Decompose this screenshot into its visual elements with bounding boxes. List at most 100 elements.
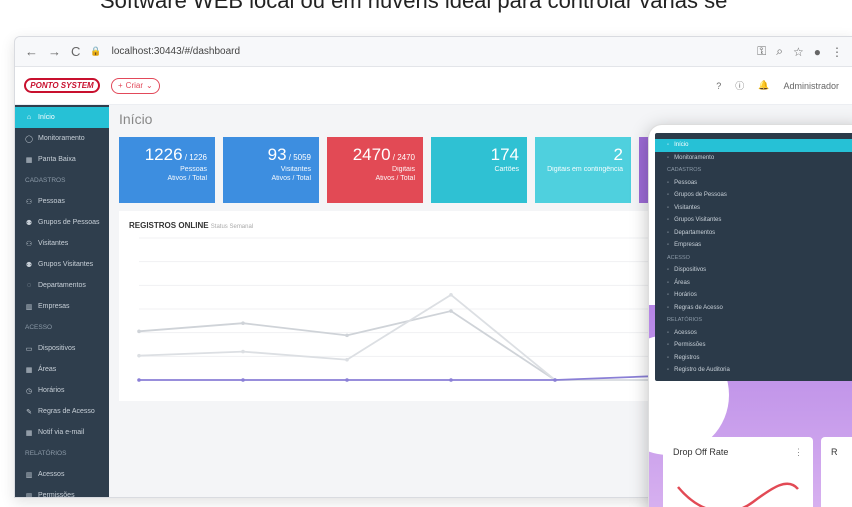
rule-icon: ✎ xyxy=(26,408,32,416)
phone-menu-item[interactable]: ◦ Monitoramento xyxy=(655,152,852,165)
sidebar-item[interactable]: ◌ Departamentos xyxy=(15,275,109,296)
sidebar-item[interactable]: ▭ Dispositivos xyxy=(15,338,109,359)
stat-card[interactable]: 93 / 5059 Visitantes Ativos / Total xyxy=(223,137,319,203)
phone-menu-item[interactable]: ◦ Permissões xyxy=(655,339,852,352)
phone-menu-label: Grupos Visitantes xyxy=(674,217,722,224)
sidebar-item[interactable]: ✎ Regras de Acesso xyxy=(15,401,109,422)
phone-menu-item[interactable]: ◦ Empresas xyxy=(655,239,852,252)
bell-icon[interactable]: 🔔 xyxy=(758,80,769,91)
phone-menu-label: Visitantes xyxy=(674,204,701,211)
phone-menu-label: Permissões xyxy=(674,342,706,349)
zoom-icon[interactable]: ⌕ xyxy=(776,44,783,59)
sidebar-item[interactable]: ▦ Panta Baixa xyxy=(15,149,109,170)
data-point xyxy=(137,329,141,334)
phone-menu-item[interactable]: ◦ Departamentos xyxy=(655,227,852,240)
criar-button[interactable]: + Criar ⌄ xyxy=(111,77,160,94)
menu-bullet-icon: ◦ xyxy=(667,179,670,186)
phone-menu-label: ACESSO xyxy=(667,254,690,261)
phone-menu-label: Horários xyxy=(674,292,697,299)
sidebar: ⌂ Início ◯ Monitoramento ▦ Panta Baixa CADASTR… xyxy=(15,105,109,497)
stat-card[interactable]: 174 Cartões xyxy=(431,137,527,203)
phone-menu-item[interactable]: ◦ Registros xyxy=(655,352,852,365)
sidebar-item[interactable]: ◷ Horários xyxy=(15,380,109,401)
phone-menu-label: Pessoas xyxy=(674,179,698,186)
sidebar-item-label: Horários xyxy=(38,387,65,394)
sidebar-item-label: Pessoas xyxy=(38,198,65,205)
monitor-icon: ◯ xyxy=(25,135,33,143)
sidebar-item[interactable]: ⚇ Visitantes xyxy=(15,233,109,254)
sidebar-item[interactable]: ⚇ Pessoas xyxy=(15,191,109,212)
phone-menu-item[interactable]: ◦ Pessoas xyxy=(655,177,852,190)
grid-icon: ▦ xyxy=(25,366,33,374)
sidebar-item[interactable]: ▥ Permissões xyxy=(15,485,109,497)
stat-card-label: Pessoas xyxy=(180,166,207,173)
stat-card-total: / 5059 xyxy=(286,153,311,162)
group-icon: ⚉ xyxy=(25,261,33,269)
sidebar-item[interactable]: ⚉ Grupos de Pessoas xyxy=(15,212,109,233)
phone-menu-item[interactable]: ◦ Visitantes xyxy=(655,202,852,215)
help-icon[interactable]: ? xyxy=(716,81,721,91)
sidebar-section-header: CADASTROS xyxy=(25,177,66,184)
phone-menu-item[interactable]: ◦ Áreas xyxy=(655,277,852,290)
stat-card[interactable]: 2470 / 2470 Digitais Ativos / Total xyxy=(327,137,423,203)
phone-menu-item[interactable]: ◦ Horários xyxy=(655,289,852,302)
chart-title: REGISTROS ONLINE Status Semanal xyxy=(129,221,254,230)
phone-menu-item[interactable]: ◦ Grupos Visitantes xyxy=(655,214,852,227)
data-point xyxy=(345,357,349,362)
phone-menu-item[interactable]: ◦ Acessos xyxy=(655,327,852,340)
stat-card[interactable]: 2 Digitais em contingência xyxy=(535,137,631,203)
sidebar-item[interactable]: ▦ Notif via e-mail xyxy=(15,422,109,443)
more-icon[interactable]: ⋮ xyxy=(794,447,803,458)
sidebar-item-label: Áreas xyxy=(38,366,57,373)
data-point xyxy=(241,349,245,354)
phone-menu-label: Regras de Acesso xyxy=(674,304,723,311)
phone-menu-item[interactable]: ◦ Dispositivos xyxy=(655,264,852,277)
sidebar-item-label: Grupos Visitantes xyxy=(38,261,94,268)
sidebar-item[interactable]: ⚉ Grupos Visitantes xyxy=(15,254,109,275)
bar-icon: ▥ xyxy=(25,471,33,479)
menu-bullet-icon: ◦ xyxy=(667,367,670,374)
sidebar-item[interactable]: ▥ Empresas xyxy=(15,296,109,317)
chart-svg xyxy=(137,237,661,382)
sidebar-item[interactable]: ⌂ Início xyxy=(15,107,109,128)
stat-card[interactable]: 1226 / 1226 Pessoas Ativos / Total xyxy=(119,137,215,203)
sidebar-item[interactable]: ▥ Acessos xyxy=(15,464,109,485)
stat-card-value: 1226 xyxy=(144,145,183,164)
key-icon[interactable]: ⚿ xyxy=(757,44,766,59)
series-line xyxy=(139,375,660,381)
sidebar-item-label: Panta Baixa xyxy=(38,156,76,163)
star-icon[interactable]: ☆ xyxy=(793,45,804,59)
stat-card-value: 2470 xyxy=(352,145,391,164)
sidebar-item[interactable]: ◯ Monitoramento xyxy=(15,128,109,149)
phone-menu-item[interactable]: ◦ Regras de Acesso xyxy=(655,302,852,315)
profile-icon[interactable]: ● xyxy=(814,45,821,59)
menu-bullet-icon: ◦ xyxy=(667,292,670,299)
menu-icon[interactable]: ⋮ xyxy=(831,45,843,59)
info-icon[interactable]: ⓘ xyxy=(735,79,744,92)
stat-card-sublabel: Ativos / Total xyxy=(375,175,415,182)
caption: Software WEB local ou em nuvens ideal pa… xyxy=(100,0,728,13)
phone-menu-item[interactable]: ◦ Início xyxy=(655,139,852,152)
reload-icon[interactable]: C xyxy=(71,44,80,59)
phone-menu-item[interactable]: ◦ Grupos de Pessoas xyxy=(655,189,852,202)
address-bar[interactable]: localhost:30443/#/dashboard xyxy=(112,46,240,57)
back-icon[interactable]: ← xyxy=(25,44,38,59)
stat-card-label: Digitais em contingência xyxy=(547,166,623,173)
user-menu[interactable]: Administrador xyxy=(783,81,839,91)
phone-menu-header: ACESSO xyxy=(655,252,852,265)
sidebar-item-label: Monitoramento xyxy=(38,135,85,142)
stat-card-value: 93 xyxy=(267,145,287,164)
stage: Software WEB local ou em nuvens ideal pa… xyxy=(0,0,852,507)
bar-icon: ▥ xyxy=(25,492,33,498)
forward-icon[interactable]: → xyxy=(48,44,61,59)
phone-menu-item[interactable]: ◦ Registro de Auditoria xyxy=(655,364,852,377)
menu-bullet-icon: ◦ xyxy=(667,142,670,149)
sidebar-item[interactable]: ▦ Áreas xyxy=(15,359,109,380)
data-point xyxy=(137,378,141,382)
data-point xyxy=(553,378,557,382)
stat-card-sublabel: Ativos / Total xyxy=(167,175,207,182)
top-right-actions: ? ⓘ 🔔 Administrador xyxy=(716,79,852,92)
data-point xyxy=(241,321,245,325)
logo[interactable]: PONTO SYSTEM xyxy=(15,67,109,105)
bar-icon: ▥ xyxy=(25,303,33,311)
